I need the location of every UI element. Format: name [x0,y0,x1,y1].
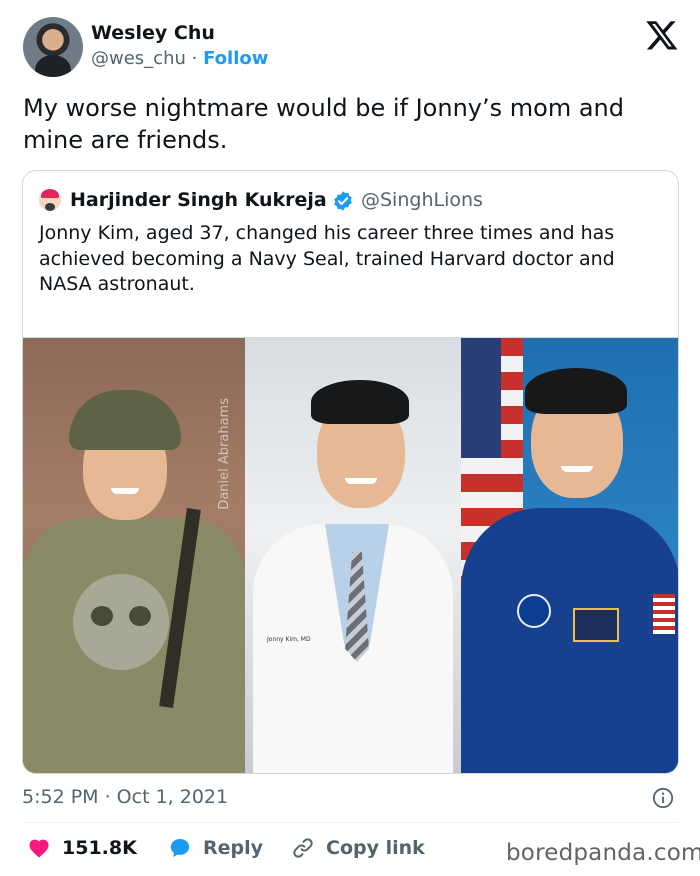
author-handle-row: @wes_chu · Follow [91,48,268,69]
quoted-author-avatar[interactable] [39,189,61,211]
doctor-hair [311,380,409,424]
author-name[interactable]: Wesley Chu [91,22,215,44]
navy-seal-patch [573,608,619,642]
info-icon[interactable] [652,787,674,809]
photo-panel-astronaut [461,338,678,773]
author-handle[interactable]: @wes_chu [91,48,186,69]
skull-emblem [73,574,169,670]
x-logo-icon[interactable] [645,18,679,52]
quoted-tweet-card[interactable]: Harjinder Singh Kukreja @SinghLions Jonn… [22,170,679,774]
copy-link-button[interactable]: Copy link [290,836,425,860]
source-watermark: boredpanda.com [506,840,700,866]
like-count: 151.8K [62,837,137,859]
heart-icon [29,839,49,858]
copy-link-label: Copy link [326,837,425,859]
follow-button[interactable]: Follow [203,48,268,69]
verified-badge-icon [334,191,352,211]
quoted-tweet-text: Jonny Kim, aged 37, changed his career t… [39,222,615,295]
reply-label: Reply [203,837,264,859]
flight-suit [461,508,678,773]
tweet-text: My worse nightmare would be if Jonny’s m… [23,94,624,154]
astronaut-smile [561,466,593,472]
tweet-timestamp[interactable]: 5:52 PM · Oct 1, 2021 [22,786,228,808]
photo-watermark: Daniel Abrahams [217,398,232,510]
action-divider [22,822,679,823]
reply-button[interactable]: Reply [167,836,263,860]
handle-separator: · [191,48,198,69]
soldier-smile [111,488,139,494]
like-button[interactable]: 151.8K [26,836,137,860]
flag-patch [653,594,675,634]
nasa-patch [517,594,551,628]
doctor-smile [345,478,377,484]
reply-bubble-icon [170,839,190,857]
quoted-tweet-photo[interactable]: Daniel Abrahams Jonny Kim, MD [23,337,678,773]
link-icon [293,838,313,858]
astronaut-hair [525,368,627,414]
photo-panel-doctor: Jonny Kim, MD [245,338,461,773]
helmet [69,390,181,450]
quoted-author-name[interactable]: Harjinder Singh Kukreja [70,189,327,211]
coat-name-label: Jonny Kim, MD [267,636,311,643]
quoted-author-handle[interactable]: @SinghLions [361,189,483,211]
author-avatar[interactable] [23,17,83,77]
photo-panel-navy-seal: Daniel Abrahams [23,338,245,773]
